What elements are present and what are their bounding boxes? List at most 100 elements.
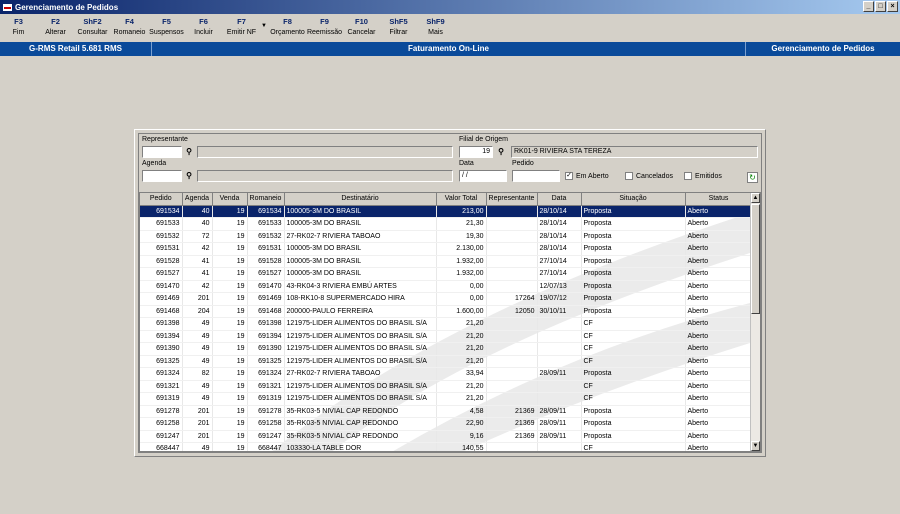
scroll-down-icon[interactable]: ▼ [751, 441, 760, 451]
table-cell: Aberto [685, 280, 753, 293]
table-cell: 201 [182, 430, 213, 443]
table-row[interactable]: 691470 42 19 691470 43-RK04-3 RIVIERA EMBÚ A… [140, 280, 753, 293]
orcamento-button[interactable]: F8 Orçamento [269, 15, 306, 41]
table-row[interactable]: 691324 82 19 691324 27-RK02-7 RIVIERA TABOAO… [140, 367, 753, 381]
romaneio-button[interactable]: F4 Romaneio [111, 15, 148, 41]
table-cell: 691398 [140, 317, 183, 331]
table-row[interactable]: 691468 204 19 691468 200000-PAULO FERREIRA 1.… [140, 305, 753, 318]
table-cell: 201 [182, 292, 213, 306]
vertical-scrollbar[interactable]: ▲ ▼ [750, 193, 760, 451]
table-cell: Proposta [581, 205, 686, 218]
em-aberto-checkbox[interactable]: ✓ Em Aberto [565, 172, 609, 180]
mais-button[interactable]: ShF9 Mais [417, 15, 454, 41]
table-cell: 691534 [140, 205, 183, 218]
table-cell: 30/10/11 [537, 305, 582, 318]
table-cell: 19 [212, 367, 248, 381]
column-header[interactable]: Valor Total [436, 193, 487, 206]
table-cell: 19 [212, 305, 248, 318]
table-cell: 691324 [247, 367, 285, 381]
pedido-input[interactable] [512, 170, 560, 182]
table-cell: 691324 [140, 367, 183, 381]
column-header[interactable]: Romaneio [247, 193, 285, 206]
representante-code-input[interactable] [142, 146, 182, 158]
table-cell [537, 330, 582, 343]
fim-button[interactable]: F3 Fim [0, 15, 37, 41]
scroll-up-icon[interactable]: ▲ [751, 193, 760, 203]
key-label: ShF2 [83, 17, 102, 26]
table-cell: CF [581, 330, 686, 343]
suspensos-button[interactable]: F5 Suspensos [148, 15, 185, 41]
key-label: F9 [320, 17, 329, 26]
table-cell: 691398 [247, 317, 285, 331]
table-row[interactable]: 691398 49 19 691398 121975-LIDER ALIMENTOS D… [140, 317, 753, 331]
table-cell: Proposta [581, 280, 686, 293]
data-input[interactable]: / / [459, 170, 507, 182]
agenda-code-input[interactable] [142, 170, 182, 182]
table-cell: 691470 [140, 280, 183, 293]
table-cell: Proposta [581, 405, 686, 418]
table-row[interactable]: 691534 40 19 691534 100005-3M DO BRASIL 213,0… [140, 205, 753, 218]
minimize-button[interactable]: _ [863, 1, 874, 12]
table-cell [486, 380, 538, 393]
binoculars-icon[interactable]: ⚲ [183, 146, 195, 158]
incluir-button[interactable]: F6 Incluir [185, 15, 222, 41]
table-cell: CF [581, 442, 686, 451]
maximize-button[interactable]: □ [875, 1, 886, 12]
table-row[interactable]: 691394 49 19 691394 121975-LIDER ALIMENTOS D… [140, 330, 753, 343]
scroll-thumb[interactable] [751, 204, 760, 314]
cancelados-checkbox[interactable]: Cancelados [625, 172, 673, 180]
reemissao-button[interactable]: F9 Reemissão [306, 15, 343, 41]
dropdown-arrow-icon[interactable]: ▼ [261, 15, 269, 41]
filtrar-button[interactable]: ShF5 Filtrar [380, 15, 417, 41]
column-header[interactable]: Data [537, 193, 582, 206]
table-cell: 28/09/11 [537, 405, 582, 418]
consultar-button[interactable]: ShF2 Consultar [74, 15, 111, 41]
emitir-nf-button[interactable]: F7 Emitir NF [222, 15, 261, 41]
table-cell: 42 [182, 242, 213, 256]
table-row[interactable]: 691528 41 19 691528 100005-3M DO BRASIL 1.932… [140, 255, 753, 268]
column-header[interactable]: Destinatário [284, 193, 437, 206]
pedido-label: Pedido [512, 160, 534, 167]
table-row[interactable]: 691258 201 19 691258 35-RK03-5 NIVIAL CAP RE… [140, 417, 753, 431]
column-header[interactable]: Status [685, 193, 753, 206]
refresh-icon[interactable]: ↻ [747, 172, 758, 183]
table-row[interactable]: 691531 42 19 691531 100005-3M DO BRASIL 2.130… [140, 242, 753, 256]
table-row[interactable]: 691319 49 19 691319 121975-LIDER ALIMENTOS D… [140, 392, 753, 406]
table-cell: 691469 [247, 292, 285, 306]
filial-code-input[interactable]: 19 [459, 146, 493, 158]
table-row[interactable]: 691278 201 19 691278 35-RK03-5 NIVIAL CAP RE… [140, 405, 753, 418]
table-row[interactable]: 691247 201 19 691247 35-RK03-5 NIVIAL CAP RE… [140, 430, 753, 443]
table-cell: Aberto [685, 217, 753, 231]
table-row[interactable]: 691390 49 19 691390 121975-LIDER ALIMENTOS D… [140, 342, 753, 356]
table-cell: 28/09/11 [537, 417, 582, 431]
table-row[interactable]: 668447 49 19 668447 103330-LA TABLE DOR 140,5… [140, 442, 753, 451]
table-cell: Aberto [685, 292, 753, 306]
column-header[interactable]: Pedido [140, 193, 183, 206]
table-cell: 691390 [247, 342, 285, 356]
close-button[interactable]: × [887, 1, 898, 12]
table-row[interactable]: 691469 201 19 691469 108-RK10-8 SUPERMERCADO… [140, 292, 753, 306]
table-cell: Aberto [685, 330, 753, 343]
table-row[interactable]: 691533 40 19 691533 100005-3M DO BRASIL 21,30… [140, 217, 753, 231]
table-cell: 691531 [140, 242, 183, 256]
table-cell: 27-RK02-7 RIVIERA TABOAO [284, 367, 437, 381]
table-cell [537, 342, 582, 356]
table-cell: Proposta [581, 242, 686, 256]
binoculars-icon[interactable]: ⚲ [495, 146, 507, 158]
column-header[interactable]: Representante [486, 193, 538, 206]
table-cell: CF [581, 355, 686, 368]
cancelar-button[interactable]: F10 Cancelar [343, 15, 380, 41]
table-row[interactable]: 691532 72 19 691532 27-RK02-7 RIVIERA TABOAO… [140, 230, 753, 243]
binoculars-icon[interactable]: ⚲ [183, 170, 195, 182]
table-row[interactable]: 691325 49 19 691325 121975-LIDER ALIMENTOS D… [140, 355, 753, 368]
table-row[interactable]: 691321 49 19 691321 121975-LIDER ALIMENTOS D… [140, 380, 753, 393]
table-cell: 4,58 [436, 405, 487, 418]
column-header[interactable]: Venda [212, 193, 248, 206]
emitidos-checkbox[interactable]: Emitidos [684, 172, 722, 180]
column-header[interactable]: Situação [581, 193, 686, 206]
alterar-button[interactable]: F2 Alterar [37, 15, 74, 41]
table-cell [486, 442, 538, 451]
window-title: Gerenciamento de Pedidos [15, 2, 119, 12]
column-header[interactable]: Agenda [182, 193, 213, 206]
table-row[interactable]: 691527 41 19 691527 100005-3M DO BRASIL 1.932… [140, 267, 753, 281]
